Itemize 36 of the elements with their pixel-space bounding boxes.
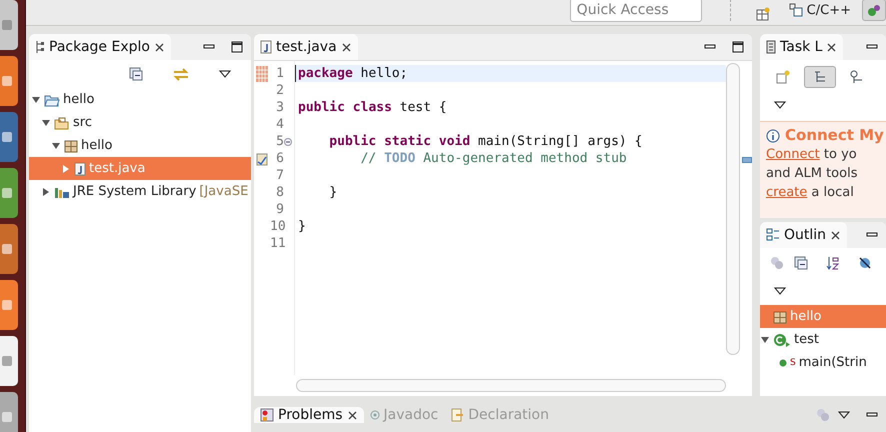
tree-item[interactable]: hello bbox=[29, 88, 251, 111]
line-number: 7 bbox=[275, 168, 284, 183]
code-line: public class test { bbox=[298, 100, 447, 115]
banner-heading: Connect My bbox=[785, 126, 884, 145]
bottom-tab[interactable]: Problems bbox=[254, 407, 364, 423]
view-tab[interactable]: Package Explo bbox=[29, 34, 171, 60]
banner-text: and ALM tools bbox=[766, 166, 858, 181]
line-number: 5 bbox=[275, 134, 284, 149]
line-number: 6 bbox=[275, 151, 284, 166]
line-number: 10 bbox=[270, 219, 284, 234]
line-number: 9 bbox=[275, 202, 284, 217]
code-line: package hello; bbox=[298, 66, 408, 81]
perspective-button[interactable]: C/C++ bbox=[784, 0, 856, 21]
tree-item[interactable]: test bbox=[760, 328, 886, 351]
line-number: 8 bbox=[275, 185, 284, 200]
banner-text: a local bbox=[810, 185, 854, 200]
tree-item[interactable]: src bbox=[29, 111, 251, 134]
quick-access-field[interactable]: Quick Access bbox=[570, 0, 702, 22]
tree-item[interactable]: $^{S}$ main(Strin bbox=[760, 351, 886, 374]
code-line: public static void main(String[] args) { bbox=[328, 134, 642, 149]
view-tab[interactable]: Outlin bbox=[760, 222, 848, 248]
line-number: 3 bbox=[275, 100, 284, 115]
editor-tab[interactable]: test.java bbox=[254, 34, 358, 60]
banner-text: to yo bbox=[822, 147, 857, 162]
static-modifier: S bbox=[790, 358, 796, 368]
tree-item[interactable]: hello bbox=[29, 134, 251, 157]
view-tab[interactable]: Task L bbox=[760, 34, 844, 60]
code-line: // TODO Auto-generated method stub bbox=[360, 151, 627, 166]
tree-item[interactable]: JRE System Library [JavaSE bbox=[29, 180, 251, 203]
code-line: } bbox=[328, 185, 338, 200]
line-number: 2 bbox=[275, 83, 284, 98]
line-number: 11 bbox=[270, 236, 284, 251]
line-number: 1 bbox=[275, 66, 284, 81]
line-number: 4 bbox=[275, 117, 284, 132]
code-line: } bbox=[298, 219, 306, 234]
tree-item-decoration: [JavaSE bbox=[199, 184, 248, 199]
